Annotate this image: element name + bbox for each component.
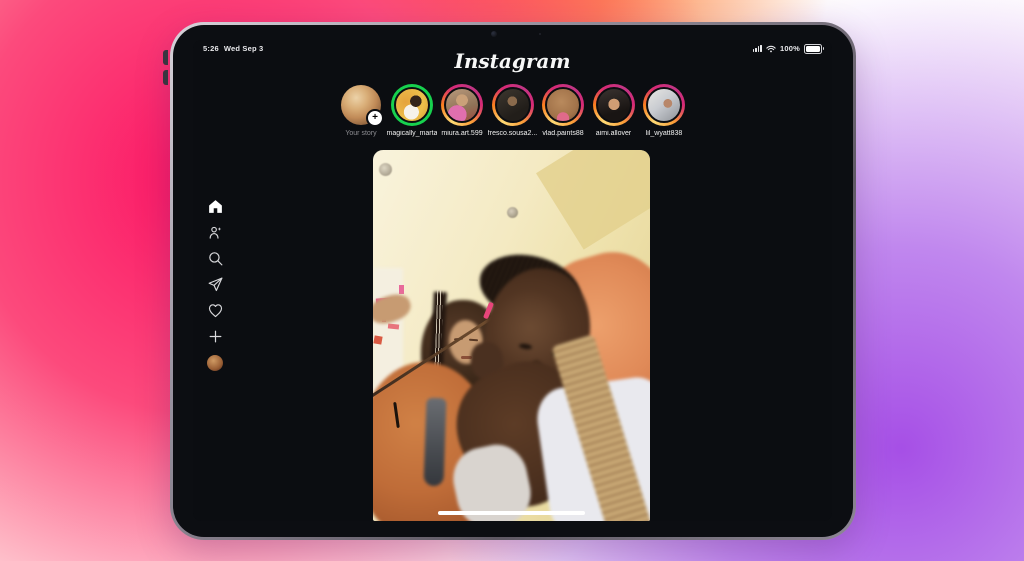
story-username: vlad.paints88 xyxy=(542,130,584,137)
story-username: fresco.sousa2... xyxy=(487,130,538,137)
profile-avatar xyxy=(207,354,223,371)
home-icon xyxy=(208,200,222,213)
messages-tab[interactable] xyxy=(205,276,225,293)
discover-people-tab[interactable] xyxy=(205,224,225,241)
story-item[interactable]: magically_marta xyxy=(386,84,437,137)
story-avatar xyxy=(494,87,531,123)
story-item[interactable]: vlad.paints88 xyxy=(540,84,586,137)
story-avatar xyxy=(646,87,682,123)
story-item[interactable]: aimi.allover xyxy=(591,84,637,137)
home-tab[interactable] xyxy=(205,198,225,215)
people-icon xyxy=(209,226,221,239)
smoke-detector xyxy=(379,163,392,176)
profile-tab[interactable] xyxy=(205,354,225,371)
search-tab[interactable] xyxy=(205,250,225,267)
story-avatar xyxy=(545,87,581,123)
story-item[interactable]: miura.art.599 xyxy=(439,84,485,137)
notifications-tab[interactable] xyxy=(205,302,225,319)
volume-up-button[interactable] xyxy=(163,50,168,65)
wall-note xyxy=(399,285,404,294)
plus-icon xyxy=(209,330,221,343)
story-username: lil_wyatt838 xyxy=(645,130,683,137)
story-username: aimi.allover xyxy=(595,130,632,137)
story-item[interactable]: fresco.sousa2... xyxy=(487,84,538,137)
smoke-detector xyxy=(507,207,518,218)
add-story-plus-icon[interactable]: + xyxy=(366,109,384,127)
cello-tailpiece xyxy=(423,397,447,487)
stories-tray: + Your story magically_marta miura.art.5… xyxy=(193,84,832,137)
home-indicator-bar[interactable] xyxy=(438,511,585,515)
ipad-bezel: 5:26 Wed Sep 3 100% Instagram + Your sto… xyxy=(173,25,853,537)
ambient-sensor xyxy=(539,33,541,35)
instagram-logo: Instagram xyxy=(454,49,571,73)
wall-note xyxy=(373,335,383,345)
story-username: magically_marta xyxy=(386,130,437,137)
feed-post-photo[interactable] xyxy=(373,150,650,521)
create-post-button[interactable] xyxy=(205,328,225,345)
send-icon xyxy=(208,277,222,292)
story-item-your-story[interactable]: + Your story xyxy=(338,84,384,137)
story-username: miura.art.599 xyxy=(441,130,483,137)
story-username: Your story xyxy=(345,130,377,137)
heart-icon xyxy=(208,304,222,318)
nav-sidebar xyxy=(205,198,225,371)
story-avatar xyxy=(444,87,480,123)
story-item[interactable]: lil_wyatt838 xyxy=(641,84,687,137)
ipad-device: 5:26 Wed Sep 3 100% Instagram + Your sto… xyxy=(163,22,856,540)
wall-note xyxy=(387,323,400,330)
front-camera xyxy=(491,31,497,37)
volume-down-button[interactable] xyxy=(163,70,168,85)
search-icon xyxy=(208,252,222,266)
story-avatar xyxy=(595,87,632,123)
story-avatar xyxy=(393,87,430,123)
ceiling-corner xyxy=(536,150,650,250)
instagram-app-screen: 5:26 Wed Sep 3 100% Instagram + Your sto… xyxy=(193,40,832,521)
